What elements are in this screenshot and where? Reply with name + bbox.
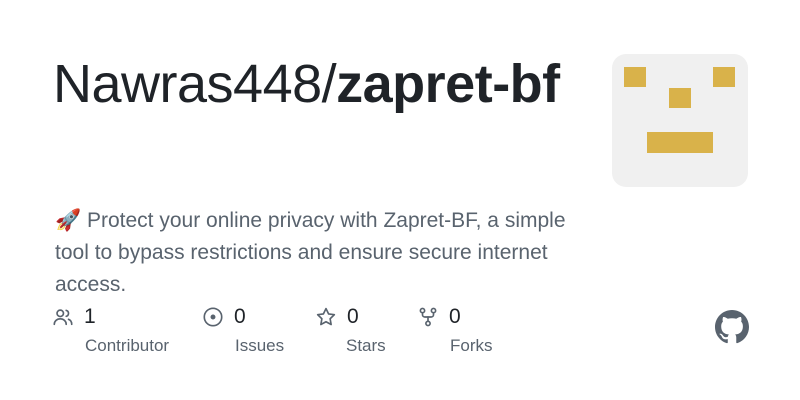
star-icon [315, 306, 337, 328]
people-icon [52, 306, 74, 328]
repo-description: 🚀 Protect your online privacy with Zapre… [55, 209, 566, 296]
stat-issues[interactable]: 0 Issues [202, 304, 284, 356]
stat-label: Issues [235, 336, 285, 355]
issue-icon [202, 306, 224, 328]
stat-value: 0 [234, 305, 246, 328]
stat-value: 1 [84, 305, 96, 328]
github-mark-icon[interactable] [715, 310, 749, 344]
stat-label: Contributor [85, 336, 170, 355]
repo-owner: Nawras448/ [53, 54, 337, 114]
stat-value: 0 [347, 305, 359, 328]
stat-forks[interactable]: 0 Forks [417, 304, 493, 356]
repo-name: zapret-bf [336, 54, 560, 114]
stat-label: Stars [346, 336, 386, 355]
repo-title: Nawras448/zapret-bf [53, 52, 593, 116]
stat-value: 0 [449, 305, 461, 328]
stat-contributors[interactable]: 1 Contributor [52, 304, 169, 356]
owner-avatar [612, 54, 748, 187]
stat-stars[interactable]: 0 Stars [315, 304, 386, 356]
stat-label: Forks [450, 336, 493, 355]
fork-icon [417, 306, 439, 328]
